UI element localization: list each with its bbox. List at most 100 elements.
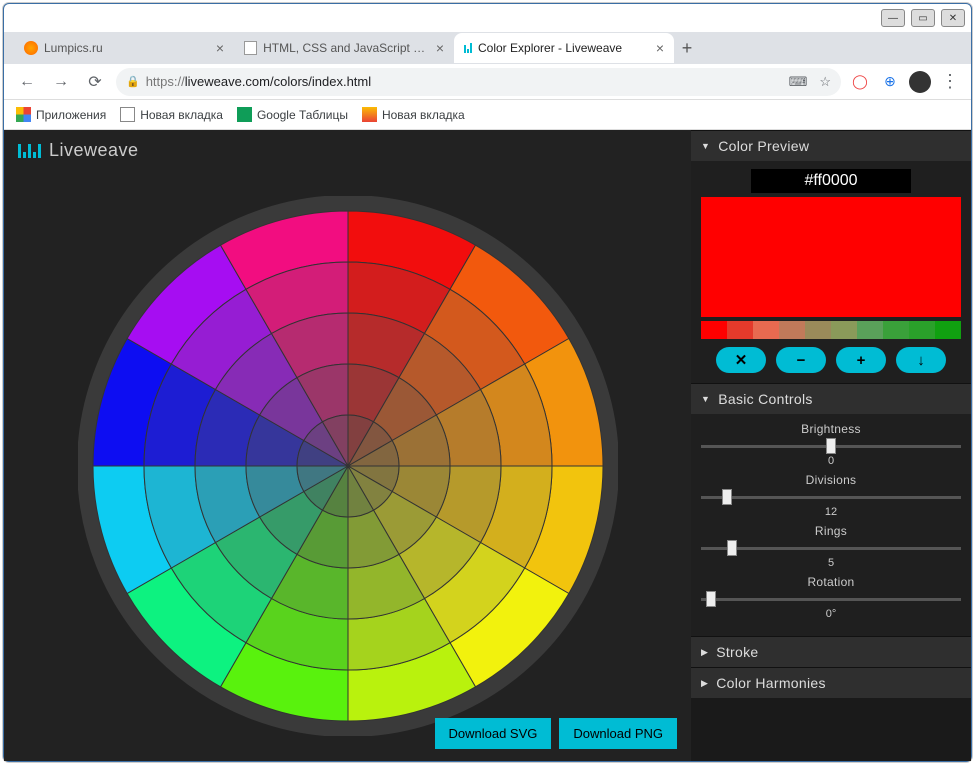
rings-slider[interactable] xyxy=(701,541,961,555)
bookmark-label: Приложения xyxy=(36,108,106,122)
shade-swatch[interactable] xyxy=(935,321,961,339)
shade-row xyxy=(701,321,961,339)
reload-button[interactable]: ⟳ xyxy=(82,69,108,95)
tab-label: Color Explorer - Liveweave xyxy=(478,41,622,55)
download-row: Download SVG Download PNG xyxy=(435,718,678,749)
chevron-down-icon: ▼ xyxy=(701,394,710,404)
divisions-slider[interactable] xyxy=(701,490,961,504)
color-swatch-main xyxy=(701,197,961,317)
rotation-slider[interactable] xyxy=(701,592,961,606)
control-value: 5 xyxy=(701,557,961,569)
rotation-control: Rotation 0° xyxy=(701,575,961,620)
color-wheel[interactable] xyxy=(4,171,691,761)
translate-icon[interactable]: ⌨ xyxy=(789,74,808,90)
shade-swatch[interactable] xyxy=(727,321,753,339)
globe-icon[interactable]: ⊕ xyxy=(879,71,901,93)
chevron-down-icon: ▼ xyxy=(701,141,710,151)
url-text: https://liveweave.com/colors/index.html xyxy=(146,74,371,89)
minimize-button[interactable]: — xyxy=(881,9,905,27)
wheel-panel: Liveweave Download SVG Download PNG xyxy=(4,130,691,761)
shade-swatch[interactable] xyxy=(753,321,779,339)
plus-button[interactable]: + xyxy=(836,347,886,373)
window-titlebar: — ▭ ✕ xyxy=(4,4,971,32)
section-title: Color Preview xyxy=(718,138,809,154)
section-title: Color Harmonies xyxy=(716,675,826,691)
section-basic-body: Brightness 0 Divisions 12 Rings 5 Rotati… xyxy=(691,414,971,636)
tab-label: Lumpics.ru xyxy=(44,41,103,55)
shade-swatch[interactable] xyxy=(909,321,935,339)
close-button[interactable]: ✕ xyxy=(941,9,965,27)
app-content: Liveweave Download SVG Download PNG ▼ Co… xyxy=(4,130,971,761)
bookmark-newtab-1[interactable]: Новая вкладка xyxy=(120,107,223,122)
shuffle-button[interactable]: ✕ xyxy=(716,347,766,373)
section-stroke-header[interactable]: ▶ Stroke xyxy=(691,636,971,667)
minus-button[interactable]: − xyxy=(776,347,826,373)
star-icon[interactable]: ☆ xyxy=(819,74,831,90)
tab-bar: Lumpics.ru × HTML, CSS and JavaScript de… xyxy=(4,32,971,64)
tab-html-demo[interactable]: HTML, CSS and JavaScript demo × xyxy=(234,33,454,63)
chevron-right-icon: ▶ xyxy=(701,678,708,689)
download-png-button[interactable]: Download PNG xyxy=(559,718,677,749)
lock-icon: 🔒 xyxy=(126,75,140,88)
shade-swatch[interactable] xyxy=(831,321,857,339)
close-icon[interactable]: × xyxy=(656,40,664,56)
section-preview-header[interactable]: ▼ Color Preview xyxy=(691,130,971,161)
shade-swatch[interactable] xyxy=(805,321,831,339)
divisions-control: Divisions 12 xyxy=(701,473,961,518)
download-button[interactable]: ↓ xyxy=(896,347,946,373)
profile-avatar[interactable] xyxy=(909,71,931,93)
bookmark-apps[interactable]: Приложения xyxy=(16,107,106,122)
url-input[interactable]: 🔒 https://liveweave.com/colors/index.htm… xyxy=(116,68,841,96)
brightness-control: Brightness 0 xyxy=(701,422,961,467)
tab-label: HTML, CSS and JavaScript demo xyxy=(263,41,430,55)
control-label: Divisions xyxy=(701,473,961,487)
brand: Liveweave xyxy=(4,130,691,171)
back-button[interactable]: ← xyxy=(14,69,40,95)
section-title: Basic Controls xyxy=(718,391,812,407)
control-label: Rotation xyxy=(701,575,961,589)
opera-icon[interactable]: ◯ xyxy=(849,71,871,93)
tab-color-explorer[interactable]: Color Explorer - Liveweave × xyxy=(454,33,674,63)
close-icon[interactable]: × xyxy=(216,40,224,56)
bookmarks-bar: Приложения Новая вкладка Google Таблицы … xyxy=(4,100,971,130)
brand-text: Liveweave xyxy=(49,140,139,161)
bookmark-sheets[interactable]: Google Таблицы xyxy=(237,107,348,122)
shade-swatch[interactable] xyxy=(883,321,909,339)
shade-swatch[interactable] xyxy=(857,321,883,339)
menu-button[interactable]: ⋮ xyxy=(939,71,961,93)
favicon-icon xyxy=(464,43,472,53)
shade-swatch[interactable] xyxy=(701,321,727,339)
side-panel: ▼ Color Preview #ff0000 ✕ − + ↓ ▼ Basic … xyxy=(691,130,971,761)
preview-buttons: ✕ − + ↓ xyxy=(701,347,961,373)
new-tab-button[interactable]: + xyxy=(674,38,700,59)
control-value: 12 xyxy=(701,506,961,518)
section-basic-header[interactable]: ▼ Basic Controls xyxy=(691,383,971,414)
address-bar: ← → ⟳ 🔒 https://liveweave.com/colors/ind… xyxy=(4,64,971,100)
favicon-icon xyxy=(24,41,38,55)
download-svg-button[interactable]: Download SVG xyxy=(435,718,552,749)
shade-swatch[interactable] xyxy=(779,321,805,339)
close-icon[interactable]: × xyxy=(436,40,444,56)
control-value: 0 xyxy=(701,455,961,467)
forward-button[interactable]: → xyxy=(48,69,74,95)
control-label: Brightness xyxy=(701,422,961,436)
hex-value[interactable]: #ff0000 xyxy=(751,169,911,193)
section-preview-body: #ff0000 ✕ − + ↓ xyxy=(691,161,971,383)
slider-thumb[interactable] xyxy=(727,540,737,556)
bookmark-newtab-2[interactable]: Новая вкладка xyxy=(362,107,465,122)
apps-icon xyxy=(16,107,31,122)
slider-thumb[interactable] xyxy=(706,591,716,607)
file-icon xyxy=(244,41,257,55)
picture-icon xyxy=(362,107,377,122)
slider-thumb[interactable] xyxy=(826,438,836,454)
file-icon xyxy=(120,107,135,122)
section-harmonies-header[interactable]: ▶ Color Harmonies xyxy=(691,667,971,698)
maximize-button[interactable]: ▭ xyxy=(911,9,935,27)
control-label: Rings xyxy=(701,524,961,538)
rings-control: Rings 5 xyxy=(701,524,961,569)
bookmark-label: Google Таблицы xyxy=(257,108,348,122)
tab-lumpics[interactable]: Lumpics.ru × xyxy=(14,33,234,63)
slider-thumb[interactable] xyxy=(722,489,732,505)
browser-window: — ▭ ✕ Lumpics.ru × HTML, CSS and JavaScr… xyxy=(3,3,972,762)
brightness-slider[interactable] xyxy=(701,439,961,453)
